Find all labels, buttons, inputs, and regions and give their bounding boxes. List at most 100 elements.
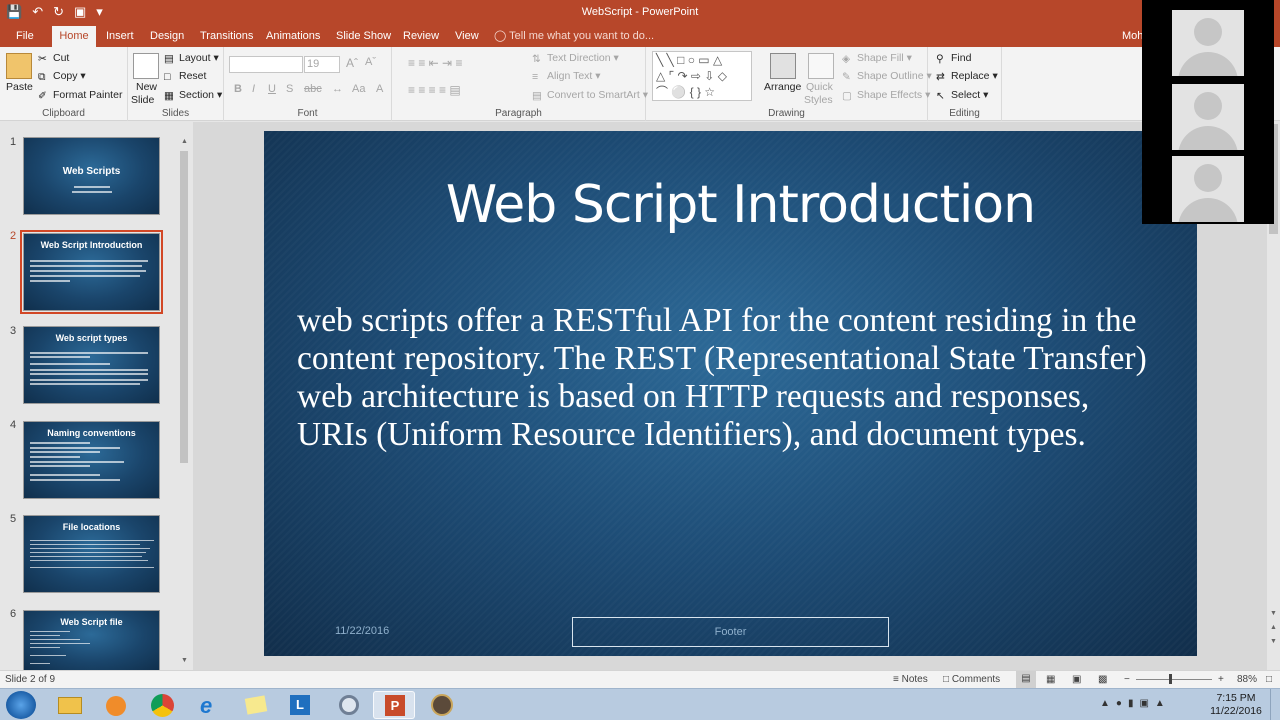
font-size-field[interactable]: 19: [304, 56, 340, 73]
current-slide[interactable]: Web Script Introduction web scripts offe…: [264, 131, 1197, 656]
tell-me-search[interactable]: ◯ Tell me what you want to do...: [494, 26, 654, 47]
tab-file[interactable]: File: [10, 26, 40, 47]
new-slide-icon[interactable]: [133, 53, 159, 79]
italic-icon[interactable]: I: [252, 83, 255, 95]
new-slide-button-line1[interactable]: New: [136, 81, 157, 93]
scrollbar-thumb[interactable]: [180, 151, 188, 463]
slide-sorter-icon[interactable]: ▦: [1046, 674, 1055, 685]
shape-fill-button[interactable]: ◈ Shape Fill ▾: [842, 52, 912, 65]
thumbnail-scrollbar[interactable]: ▲ ▼: [178, 137, 190, 669]
char-spacing-icon[interactable]: ↔: [332, 83, 343, 95]
shape-effects-button[interactable]: ▢ Shape Effects ▾: [842, 89, 930, 102]
comments-label: Comments: [951, 674, 1001, 685]
tab-transitions[interactable]: Transitions: [194, 26, 259, 47]
section-button[interactable]: ▦ Section ▾: [164, 89, 222, 102]
bullets-icon[interactable]: ≡ ≡ ⇤ ⇥ ≡: [408, 56, 462, 70]
slide-footer-placeholder[interactable]: Footer: [572, 617, 889, 647]
thumb-text-line: [30, 556, 142, 557]
lightbulb-icon: ◯: [494, 30, 507, 42]
slide-thumbnail-2[interactable]: Web Script Introduction: [20, 230, 163, 314]
shadow-icon[interactable]: S: [286, 83, 293, 95]
select-button[interactable]: ↖ Select ▾: [936, 89, 988, 102]
slide-thumbnail-3[interactable]: Web script types: [23, 326, 160, 404]
notes-app-icon[interactable]: [234, 691, 276, 719]
arrange-button[interactable]: Arrange: [764, 81, 801, 93]
slide-thumbnail-6[interactable]: Web Script file: [23, 610, 160, 670]
reset-button[interactable]: □ Reset: [164, 70, 206, 83]
slide-thumbnail-1[interactable]: Web Scripts: [23, 137, 160, 215]
zoom-slider-handle[interactable]: [1169, 674, 1172, 684]
previous-slide-icon[interactable]: ▲: [1270, 624, 1277, 631]
paste-button[interactable]: Paste: [6, 81, 33, 93]
tab-design[interactable]: Design: [144, 26, 190, 47]
tab-review[interactable]: Review: [397, 26, 445, 47]
scroll-up-icon[interactable]: ▲: [181, 138, 188, 145]
settings-app-icon[interactable]: [327, 691, 369, 719]
next-slide-icon[interactable]: ▼: [1270, 638, 1277, 645]
account-name[interactable]: Moh: [1122, 26, 1143, 47]
arrange-icon[interactable]: [770, 53, 796, 79]
zoom-in-icon[interactable]: +: [1218, 674, 1224, 685]
notes-button[interactable]: ≡ Notes: [893, 674, 928, 685]
chrome-icon[interactable]: [141, 691, 183, 719]
quick-styles-icon[interactable]: [808, 53, 834, 79]
tab-insert[interactable]: Insert: [100, 26, 140, 47]
taskbar-clock[interactable]: 7:15 PM 11/22/2016: [1206, 692, 1266, 718]
scroll-down-icon[interactable]: ▼: [1270, 610, 1277, 617]
app-icon[interactable]: [420, 691, 462, 719]
pen-icon: ✎: [842, 71, 851, 83]
powerpoint-taskbar-icon[interactable]: P: [373, 691, 415, 719]
strikethrough-icon[interactable]: abc: [304, 83, 322, 95]
tab-animations[interactable]: Animations: [260, 26, 326, 47]
zoom-out-icon[interactable]: −: [1124, 674, 1130, 685]
font-color-icon[interactable]: A: [376, 83, 383, 95]
slideshow-view-icon[interactable]: ▩: [1098, 674, 1107, 685]
scroll-down-icon[interactable]: ▼: [181, 657, 188, 664]
slide-title[interactable]: Web Script Introduction: [264, 175, 1197, 235]
lync-icon[interactable]: L: [280, 691, 322, 719]
normal-view-icon[interactable]: ▤: [1016, 671, 1036, 688]
quick-styles-line1[interactable]: Quick: [806, 81, 833, 93]
reading-view-icon[interactable]: ▣: [1072, 674, 1081, 685]
grow-font-icon[interactable]: Aˆ: [346, 56, 358, 70]
system-tray-icons[interactable]: ▲●▮▣▲: [1100, 698, 1171, 709]
copy-button[interactable]: ⧉ Copy ▾: [38, 70, 86, 83]
avatar-head: [1194, 92, 1222, 120]
start-button-icon[interactable]: [6, 691, 36, 719]
text-direction-button[interactable]: ⇅ Text Direction ▾: [532, 52, 619, 65]
internet-explorer-icon[interactable]: e: [188, 691, 230, 719]
comments-button[interactable]: □ Comments: [943, 674, 1000, 685]
bold-icon[interactable]: B: [234, 83, 242, 95]
font-name-field[interactable]: [229, 56, 303, 73]
layout-button[interactable]: ▤ Layout ▾: [164, 52, 219, 65]
zoom-slider[interactable]: [1136, 679, 1212, 680]
convert-smartart-button[interactable]: ▤ Convert to SmartArt ▾: [532, 89, 648, 102]
tab-view[interactable]: View: [449, 26, 485, 47]
fit-to-window-icon[interactable]: □: [1266, 674, 1272, 685]
media-player-icon[interactable]: [94, 691, 136, 719]
paste-icon[interactable]: [6, 53, 32, 79]
show-desktop-button[interactable]: [1270, 689, 1280, 720]
file-explorer-icon[interactable]: [48, 691, 90, 719]
cut-button[interactable]: ✂ Cut: [38, 52, 69, 65]
tab-slide-show[interactable]: Slide Show: [330, 26, 397, 47]
shrink-font-icon[interactable]: Aˇ: [365, 56, 376, 68]
quick-styles-line2[interactable]: Styles: [804, 94, 833, 106]
slide-body-text[interactable]: web scripts offer a RESTful API for the …: [297, 302, 1157, 454]
replace-button[interactable]: ⇄ Replace ▾: [936, 70, 998, 83]
zoom-level[interactable]: 88%: [1237, 674, 1257, 685]
shape-outline-button[interactable]: ✎ Shape Outline ▾: [842, 70, 932, 83]
change-case-icon[interactable]: Aa: [352, 83, 365, 95]
tab-home[interactable]: Home: [52, 26, 96, 47]
folder-icon: [58, 697, 82, 714]
align-icons[interactable]: ≡ ≡ ≡ ≡ ▤: [408, 83, 461, 97]
new-slide-button-line2[interactable]: Slide: [131, 94, 154, 106]
slide-count[interactable]: Slide 2 of 9: [5, 674, 55, 685]
underline-icon[interactable]: U: [268, 83, 276, 95]
shapes-gallery[interactable]: ╲ ╲ □ ○ ▭ △ △ ⌜ ↷ ⇨ ⇩ ◇ ⌒ ⚪ { } ☆: [652, 51, 752, 101]
align-text-button[interactable]: ≡ Align Text ▾: [532, 70, 601, 83]
slide-thumbnail-4[interactable]: Naming conventions: [23, 421, 160, 499]
slide-thumbnail-5[interactable]: File locations: [23, 515, 160, 593]
format-painter-button[interactable]: ✐ Format Painter: [38, 89, 122, 102]
find-button[interactable]: ⚲ Find: [936, 52, 971, 65]
